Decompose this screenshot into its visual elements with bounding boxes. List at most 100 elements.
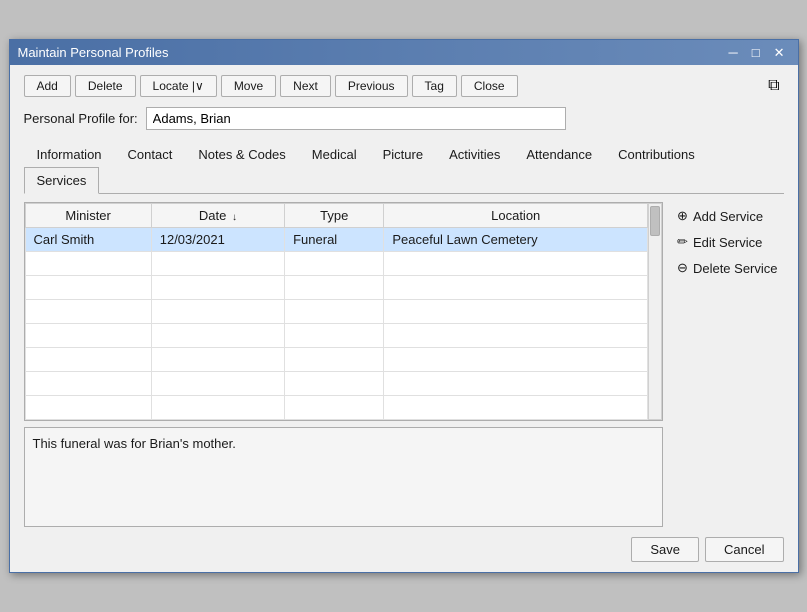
col-location: Location bbox=[384, 204, 648, 228]
toolbar-close-button[interactable]: Close bbox=[461, 75, 518, 97]
cell-location: Peaceful Lawn Cemetery bbox=[384, 228, 648, 252]
add-service-button[interactable]: ⊕ Add Service bbox=[671, 204, 783, 228]
cell-date bbox=[151, 396, 284, 420]
table-header-row: Minister Date ↓ Type bbox=[25, 204, 648, 228]
cell-type: Funeral bbox=[285, 228, 384, 252]
add-icon: ⊕ bbox=[677, 208, 688, 224]
scrollbar-thumb[interactable] bbox=[650, 206, 660, 236]
cell-type bbox=[285, 348, 384, 372]
cell-location bbox=[384, 276, 648, 300]
maximize-icon[interactable]: ⧉ bbox=[764, 75, 783, 97]
col-minister: Minister bbox=[25, 204, 151, 228]
tab-services[interactable]: Services bbox=[24, 167, 100, 194]
window-title: Maintain Personal Profiles bbox=[18, 45, 169, 60]
window-body: Add Delete Locate |∨ Move Next Previous … bbox=[10, 65, 798, 572]
table-row[interactable] bbox=[25, 372, 648, 396]
table-row[interactable] bbox=[25, 348, 648, 372]
cell-location bbox=[384, 372, 648, 396]
scrollbar[interactable] bbox=[648, 203, 662, 420]
cell-minister bbox=[25, 372, 151, 396]
cell-type bbox=[285, 396, 384, 420]
cell-minister bbox=[25, 276, 151, 300]
tab-attendance[interactable]: Attendance bbox=[513, 141, 605, 167]
cell-minister bbox=[25, 252, 151, 276]
table-row[interactable] bbox=[25, 300, 648, 324]
cell-date bbox=[151, 300, 284, 324]
profile-label: Personal Profile for: bbox=[24, 111, 138, 126]
locate-button[interactable]: Locate |∨ bbox=[140, 75, 217, 97]
main-window: Maintain Personal Profiles ─ □ ✕ Add Del… bbox=[9, 39, 799, 573]
cell-location bbox=[384, 324, 648, 348]
services-table: Minister Date ↓ Type bbox=[25, 203, 649, 420]
tag-button[interactable]: Tag bbox=[412, 75, 457, 97]
tab-picture[interactable]: Picture bbox=[370, 141, 436, 167]
tab-activities[interactable]: Activities bbox=[436, 141, 513, 167]
delete-service-label: Delete Service bbox=[693, 261, 778, 276]
delete-button[interactable]: Delete bbox=[75, 75, 136, 97]
sort-arrow: ↓ bbox=[232, 212, 237, 223]
title-bar-controls: ─ □ ✕ bbox=[724, 45, 790, 60]
previous-button[interactable]: Previous bbox=[335, 75, 408, 97]
tab-information[interactable]: Information bbox=[24, 141, 115, 167]
edit-icon: ✏ bbox=[677, 234, 688, 250]
title-bar: Maintain Personal Profiles ─ □ ✕ bbox=[10, 40, 798, 65]
tab-contact[interactable]: Contact bbox=[115, 141, 186, 167]
cell-location bbox=[384, 300, 648, 324]
cell-type bbox=[285, 276, 384, 300]
table-row[interactable] bbox=[25, 324, 648, 348]
delete-service-button[interactable]: ⊖ Delete Service bbox=[671, 256, 783, 280]
tab-notes-codes[interactable]: Notes & Codes bbox=[185, 141, 298, 167]
table-row[interactable] bbox=[25, 252, 648, 276]
add-button[interactable]: Add bbox=[24, 75, 71, 97]
side-actions: ⊕ Add Service ✏ Edit Service ⊖ Delete Se… bbox=[671, 202, 783, 527]
maximize-button[interactable]: □ bbox=[747, 45, 765, 60]
profile-input[interactable] bbox=[146, 107, 566, 130]
table-scroll-inner: Minister Date ↓ Type bbox=[25, 203, 649, 420]
table-row[interactable]: Carl Smith 12/03/2021 Funeral Peaceful L… bbox=[25, 228, 648, 252]
cancel-button[interactable]: Cancel bbox=[705, 537, 783, 562]
cell-date: 12/03/2021 bbox=[151, 228, 284, 252]
save-button[interactable]: Save bbox=[631, 537, 699, 562]
minimize-button[interactable]: ─ bbox=[724, 45, 743, 60]
content-area: Minister Date ↓ Type bbox=[24, 202, 784, 527]
cell-minister bbox=[25, 348, 151, 372]
cell-minister bbox=[25, 396, 151, 420]
cell-type bbox=[285, 372, 384, 396]
services-table-container: Minister Date ↓ Type bbox=[24, 202, 664, 421]
cell-minister: Carl Smith bbox=[25, 228, 151, 252]
close-button[interactable]: ✕ bbox=[769, 45, 790, 60]
tab-contributions[interactable]: Contributions bbox=[605, 141, 708, 167]
cell-location bbox=[384, 252, 648, 276]
cell-type bbox=[285, 324, 384, 348]
col-type: Type bbox=[285, 204, 384, 228]
table-body: Carl Smith 12/03/2021 Funeral Peaceful L… bbox=[25, 228, 648, 420]
next-button[interactable]: Next bbox=[280, 75, 331, 97]
profile-row: Personal Profile for: bbox=[24, 107, 784, 130]
add-service-label: Add Service bbox=[693, 209, 763, 224]
table-section: Minister Date ↓ Type bbox=[24, 202, 664, 527]
table-row[interactable] bbox=[25, 276, 648, 300]
cell-minister bbox=[25, 300, 151, 324]
edit-service-label: Edit Service bbox=[693, 235, 762, 250]
cell-type bbox=[285, 300, 384, 324]
cell-location bbox=[384, 348, 648, 372]
edit-service-button[interactable]: ✏ Edit Service bbox=[671, 230, 783, 254]
toolbar: Add Delete Locate |∨ Move Next Previous … bbox=[24, 75, 784, 97]
cell-minister bbox=[25, 324, 151, 348]
cell-date bbox=[151, 372, 284, 396]
notes-text: This funeral was for Brian's mother. bbox=[33, 436, 236, 451]
cell-type bbox=[285, 252, 384, 276]
tabs-row: Information Contact Notes & Codes Medica… bbox=[24, 140, 784, 194]
footer-row: Save Cancel bbox=[24, 527, 784, 562]
cell-date bbox=[151, 348, 284, 372]
notes-area: This funeral was for Brian's mother. bbox=[24, 427, 664, 527]
delete-icon: ⊖ bbox=[677, 260, 688, 276]
move-button[interactable]: Move bbox=[221, 75, 276, 97]
cell-date bbox=[151, 324, 284, 348]
cell-date bbox=[151, 276, 284, 300]
cell-date bbox=[151, 252, 284, 276]
cell-location bbox=[384, 396, 648, 420]
tab-medical[interactable]: Medical bbox=[299, 141, 370, 167]
table-row[interactable] bbox=[25, 396, 648, 420]
col-date[interactable]: Date ↓ bbox=[151, 204, 284, 228]
